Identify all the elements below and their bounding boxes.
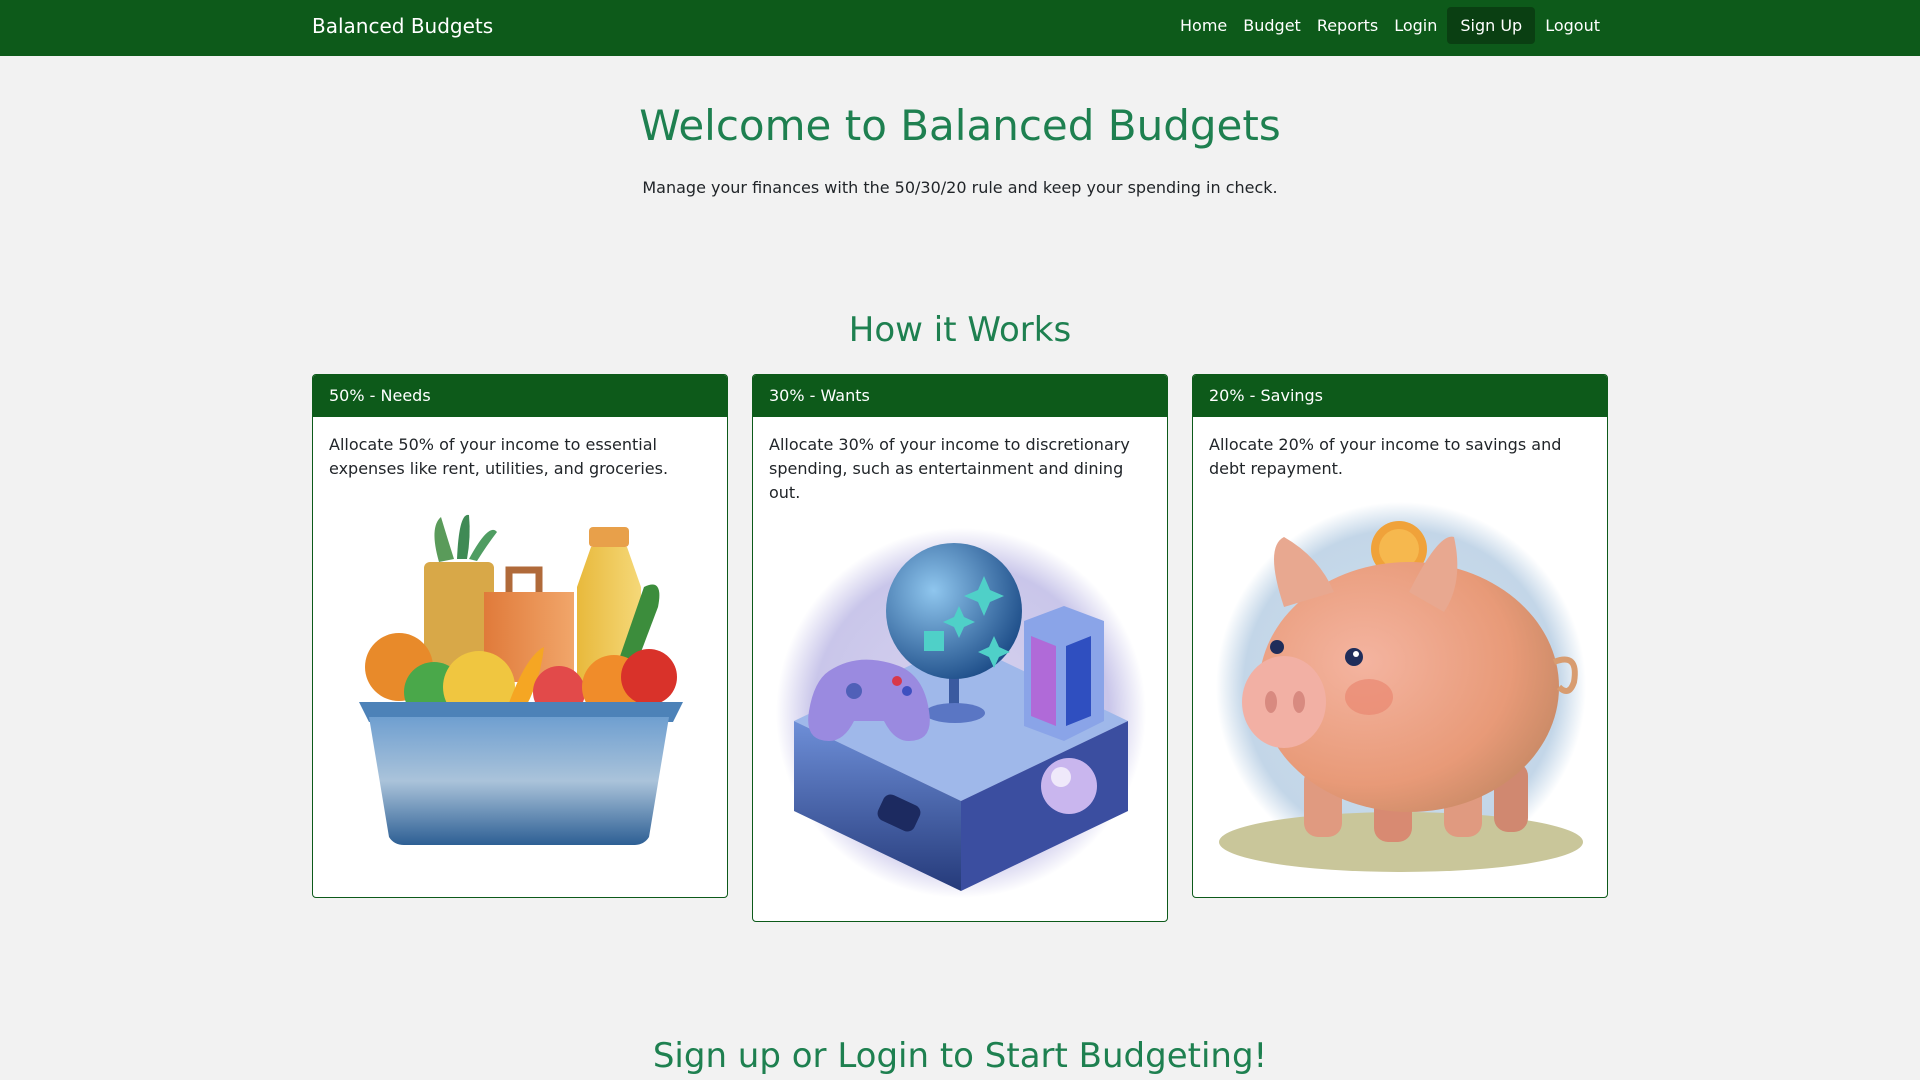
nav-login-link[interactable]: Login — [1386, 7, 1445, 44]
needs-card-text: Allocate 50% of your income to essential… — [329, 435, 669, 478]
needs-card-body: Allocate 50% of your income to essential… — [313, 417, 727, 897]
nav-budget-link[interactable]: Budget — [1235, 7, 1309, 44]
nav-signup-link[interactable]: Sign Up — [1447, 7, 1536, 44]
nav-links: Home Budget Reports Login Sign Up Logout — [1172, 7, 1608, 44]
game-console-illustration — [776, 528, 1146, 898]
needs-card-header: 50% - Needs — [313, 375, 727, 417]
needs-card: 50% - Needs Allocate 50% of your income … — [312, 374, 728, 898]
hero-title: Welcome to Balanced Budgets — [639, 101, 1281, 150]
wants-card-body: Allocate 30% of your income to discretio… — [753, 417, 1167, 921]
wants-card-header: 30% - Wants — [753, 375, 1167, 417]
grocery-box-illustration — [359, 514, 683, 845]
savings-card-header: 20% - Savings — [1193, 375, 1607, 417]
savings-card: 20% - Savings Allocate 20% of your incom… — [1192, 374, 1608, 898]
wants-card: 30% - Wants Allocate 30% of your income … — [752, 374, 1168, 922]
navbar: Balanced Budgets Home Budget Reports Log… — [0, 0, 1920, 56]
cta-title: Sign up or Login to Start Budgeting! — [652, 1036, 1268, 1076]
wants-card-text: Allocate 30% of your income to discretio… — [769, 435, 1130, 502]
nav-home-link[interactable]: Home — [1172, 7, 1235, 44]
piggy-bank-illustration — [1216, 502, 1586, 872]
hero-subtitle: Manage your finances with the 50/30/20 r… — [642, 178, 1278, 197]
nav-logout-link[interactable]: Logout — [1537, 7, 1608, 44]
savings-card-text: Allocate 20% of your income to savings a… — [1209, 435, 1562, 478]
nav-reports-link[interactable]: Reports — [1309, 7, 1386, 44]
how-it-works-title: How it Works — [848, 310, 1072, 350]
savings-card-body: Allocate 20% of your income to savings a… — [1193, 417, 1607, 897]
brand-link[interactable]: Balanced Budgets — [312, 14, 493, 38]
